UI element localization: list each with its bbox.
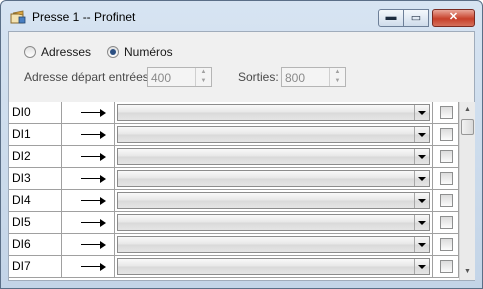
row-name: DI1 bbox=[9, 124, 62, 146]
arrow-cell bbox=[62, 190, 115, 212]
client-area: Adresses Numéros Adresse départ entrées:… bbox=[8, 31, 475, 281]
combo-cell bbox=[115, 190, 433, 212]
spin-up-icon[interactable]: ▲ bbox=[196, 68, 211, 77]
close-icon: ✕ bbox=[448, 11, 459, 23]
minimize-button[interactable]: ▬ bbox=[378, 9, 404, 27]
combo-cell bbox=[115, 234, 433, 256]
row-name: DI5 bbox=[9, 212, 62, 234]
window: Presse 1 -- Profinet ▬ ▭ ✕ Adresses Numé… bbox=[0, 0, 483, 289]
row-checkbox[interactable] bbox=[440, 106, 453, 119]
inputs-address-value: 400 bbox=[151, 71, 172, 85]
combo-cell bbox=[115, 124, 433, 146]
table-row: DI0 bbox=[9, 102, 459, 124]
close-button[interactable]: ✕ bbox=[432, 9, 475, 27]
chevron-down-icon[interactable] bbox=[414, 149, 429, 164]
window-title: Presse 1 -- Profinet bbox=[32, 10, 136, 24]
arrow-cell bbox=[62, 256, 115, 278]
spin-up-icon[interactable]: ▲ bbox=[330, 68, 345, 77]
row-name: DI7 bbox=[9, 256, 62, 278]
check-cell bbox=[433, 102, 459, 124]
maximize-button[interactable]: ▭ bbox=[403, 9, 429, 27]
row-checkbox[interactable] bbox=[440, 172, 453, 185]
inputs-address-spinner[interactable]: 400 ▲ ▼ bbox=[147, 67, 212, 87]
app-icon bbox=[10, 10, 26, 24]
arrow-cell bbox=[62, 212, 115, 234]
combo-cell bbox=[115, 256, 433, 278]
radio-adresses-circle[interactable] bbox=[24, 46, 36, 58]
arrow-cell bbox=[62, 234, 115, 256]
scroll-up-icon[interactable]: ▲ bbox=[460, 102, 475, 118]
signal-dropdown[interactable] bbox=[117, 126, 430, 143]
row-name: DI6 bbox=[9, 234, 62, 256]
check-cell bbox=[433, 234, 459, 256]
table-row: DI2 bbox=[9, 146, 459, 168]
signal-dropdown[interactable] bbox=[117, 192, 430, 209]
signal-dropdown[interactable] bbox=[117, 236, 430, 253]
row-checkbox[interactable] bbox=[440, 216, 453, 229]
chevron-down-icon[interactable] bbox=[414, 259, 429, 274]
combo-cell bbox=[115, 102, 433, 124]
table-row: DI1 bbox=[9, 124, 459, 146]
row-name: DI3 bbox=[9, 168, 62, 190]
row-name: DI0 bbox=[9, 102, 62, 124]
outputs-address-spinner[interactable]: 800 ▲ ▼ bbox=[281, 67, 346, 87]
row-name: DI4 bbox=[9, 190, 62, 212]
spin-down-icon[interactable]: ▼ bbox=[196, 77, 211, 86]
title-bar[interactable]: Presse 1 -- Profinet ▬ ▭ ✕ bbox=[1, 1, 482, 31]
vertical-scrollbar[interactable]: ▲ ▼ bbox=[459, 102, 475, 280]
arrow-cell bbox=[62, 102, 115, 124]
signal-grid: DI0 DI1 DI2 DI3 DI4 DI5 DI6 DI7 bbox=[9, 102, 459, 280]
maximize-icon: ▭ bbox=[410, 12, 422, 24]
scroll-down-icon[interactable]: ▼ bbox=[460, 264, 475, 280]
chevron-down-icon[interactable] bbox=[414, 105, 429, 120]
table-row: DI3 bbox=[9, 168, 459, 190]
outputs-address-value: 800 bbox=[285, 71, 306, 85]
chevron-down-icon[interactable] bbox=[414, 127, 429, 142]
signal-dropdown[interactable] bbox=[117, 214, 430, 231]
row-name: DI2 bbox=[9, 146, 62, 168]
table-row: DI6 bbox=[9, 234, 459, 256]
outputs-address-label: Sorties: bbox=[238, 70, 279, 84]
radio-numeros[interactable]: Numéros bbox=[107, 44, 173, 60]
radio-numeros-circle[interactable] bbox=[107, 46, 119, 58]
row-checkbox[interactable] bbox=[440, 194, 453, 207]
combo-cell bbox=[115, 168, 433, 190]
inputs-address-label: Adresse départ entrées: bbox=[24, 70, 153, 84]
signal-dropdown[interactable] bbox=[117, 258, 430, 275]
chevron-down-icon[interactable] bbox=[414, 171, 429, 186]
check-cell bbox=[433, 124, 459, 146]
chevron-down-icon[interactable] bbox=[414, 215, 429, 230]
arrow-cell bbox=[62, 168, 115, 190]
radio-adresses-label: Adresses bbox=[41, 45, 92, 59]
check-cell bbox=[433, 256, 459, 278]
combo-cell bbox=[115, 212, 433, 234]
scroll-thumb[interactable] bbox=[461, 119, 474, 135]
row-checkbox[interactable] bbox=[440, 150, 453, 163]
radio-adresses[interactable]: Adresses bbox=[24, 44, 91, 60]
spin-down-icon[interactable]: ▼ bbox=[330, 77, 345, 86]
check-cell bbox=[433, 212, 459, 234]
arrow-cell bbox=[62, 124, 115, 146]
check-cell bbox=[433, 146, 459, 168]
check-cell bbox=[433, 168, 459, 190]
signal-dropdown[interactable] bbox=[117, 170, 430, 187]
check-cell bbox=[433, 190, 459, 212]
combo-cell bbox=[115, 146, 433, 168]
signal-dropdown[interactable] bbox=[117, 104, 430, 121]
chevron-down-icon[interactable] bbox=[414, 237, 429, 252]
table-row: DI5 bbox=[9, 212, 459, 234]
signal-dropdown[interactable] bbox=[117, 148, 430, 165]
table-row: DI7 bbox=[9, 256, 459, 278]
row-checkbox[interactable] bbox=[440, 238, 453, 251]
chevron-down-icon[interactable] bbox=[414, 193, 429, 208]
arrow-cell bbox=[62, 146, 115, 168]
row-checkbox[interactable] bbox=[440, 260, 453, 273]
minimize-icon: ▬ bbox=[385, 11, 397, 23]
radio-numeros-label: Numéros bbox=[124, 45, 173, 59]
table-row: DI4 bbox=[9, 190, 459, 212]
row-checkbox[interactable] bbox=[440, 128, 453, 141]
